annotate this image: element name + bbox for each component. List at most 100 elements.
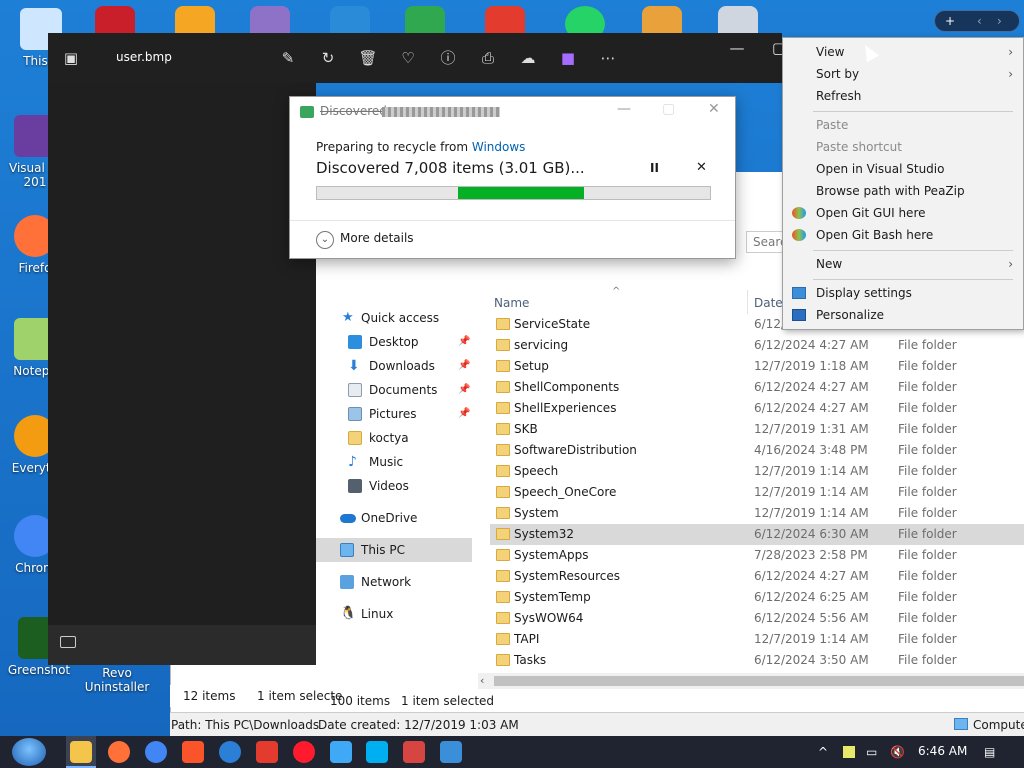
skype-icon[interactable] [366,741,388,763]
info-icon[interactable]: ⓘ [437,47,459,69]
print-icon[interactable]: ⎙ [477,47,499,69]
table-row[interactable]: SoftwareDistribution 4/16/2024 3:48 PM Fil… [490,440,1024,461]
table-row[interactable]: ShellExperiences 6/12/2024 4:27 AM File fo… [490,398,1024,419]
row-type: File folder [898,527,957,541]
table-row[interactable]: SystemResources 6/12/2024 4:27 AM File fol… [490,566,1024,587]
minimize-icon[interactable]: — [726,37,748,59]
more-details-button[interactable]: ⌄ More details [316,229,414,249]
recycle-icon [300,106,314,118]
table-row[interactable]: System 12/7/2019 1:14 AM File folder [490,503,1024,524]
nav-item-network[interactable]: Network [316,570,486,594]
menu-item-git-bash[interactable]: Open Git Bash here [783,224,1023,246]
table-row[interactable]: ShellComponents 6/12/2024 4:27 AM File fol… [490,377,1024,398]
search-input[interactable]: Searc [746,231,787,253]
chrome-icon[interactable] [145,741,167,763]
nav-item-onedrive[interactable]: OneDrive [316,506,486,530]
table-row[interactable]: System32 6/12/2024 6:30 AM File folder [490,524,1024,545]
table-row[interactable]: SKB 12/7/2019 1:31 AM File folder [490,419,1024,440]
nav-item-downloads[interactable]: ⬇ Downloads 📌 [316,354,486,378]
menu-item-refresh[interactable]: Refresh [783,85,1023,107]
table-row[interactable]: SysWOW64 6/12/2024 5:56 AM File folder [490,608,1024,629]
table-row[interactable]: Speech_OneCore 12/7/2019 1:14 AM File fold… [490,482,1024,503]
nav-item-pictures[interactable]: Pictures 📌 [316,402,486,426]
menu-item-git-gui[interactable]: Open Git GUI here [783,202,1023,224]
chevron-up-icon[interactable]: ^ [818,745,828,759]
status-selected: 1 item selected [401,694,495,708]
table-row[interactable]: Speech 12/7/2019 1:14 AM File folder [490,461,1024,482]
file-explorer-icon[interactable] [70,741,92,763]
recycle-progress-dialog: Discovered — ▢ ✕ Preparing to recycle fr… [289,96,736,259]
nav-item-koctya[interactable]: koctya [316,426,486,450]
network-icon[interactable]: ▭ [866,745,877,759]
menu-item-paste-shortcut[interactable]: Paste shortcut [783,136,1023,158]
delete-icon[interactable]: 🗑 [357,47,379,69]
notification-icon[interactable]: ▤ [984,745,995,759]
table-row[interactable]: SystemTemp 6/12/2024 6:25 AM File folder [490,587,1024,608]
close-icon[interactable]: ✕ [708,101,720,117]
desktop-icon-revo[interactable]: Revo Uninstaller [82,666,152,694]
pictures-icon [348,407,362,421]
edit-icon[interactable]: ✎ [277,47,299,69]
nav-item-linux[interactable]: 🐧 Linux [316,602,486,626]
row-name: ServiceState [514,317,591,331]
minimize-icon[interactable]: — [617,101,631,117]
table-row[interactable]: Tasks 6/12/2024 3:50 AM File folder [490,650,1024,671]
folder-icon [496,423,510,435]
wps-icon[interactable] [256,741,278,763]
menu-item-view[interactable]: View › [783,41,1023,63]
clock[interactable]: 6:46 AM [918,744,967,758]
more-options-icon[interactable]: ⋯ [597,47,619,69]
app-icon[interactable] [440,741,462,763]
start-button[interactable] [12,738,46,766]
pause-button[interactable]: II [650,161,659,175]
table-row[interactable]: Setup 12/7/2019 1:18 AM File folder [490,356,1024,377]
menu-item-display-settings[interactable]: Display settings [783,282,1023,304]
horizontal-scrollbar[interactable]: ‹ [478,673,1024,689]
row-type: File folder [898,464,957,478]
menu-item-paste[interactable]: Paste [783,114,1023,136]
window-controls-pill[interactable]: + ‹ › [934,10,1020,32]
scroll-left-icon[interactable]: ‹ [480,674,484,687]
app-icon[interactable] [330,741,352,763]
column-header-name[interactable]: Name [494,296,529,310]
nav-item-music[interactable]: ♪ Music [316,450,486,474]
app-icon[interactable] [403,741,425,763]
nav-item-this-pc[interactable]: This PC [316,538,472,562]
menu-item-personalize[interactable]: Personalize [783,304,1023,326]
menu-item-peazip[interactable]: Browse path with PeaZip [783,180,1023,202]
menu-item-new[interactable]: New › [783,253,1023,275]
app-icon[interactable] [219,741,241,763]
maximize-icon[interactable]: ▢ [662,101,675,117]
cancel-button[interactable]: ✕ [696,160,707,175]
onedrive-icon[interactable]: ☁ [517,47,539,69]
opera-icon[interactable] [293,741,315,763]
filmstrip-icon[interactable] [60,636,76,648]
nav-item-documents[interactable]: Documents 📌 [316,378,486,402]
firefox-icon[interactable] [108,741,130,763]
gallery-icon[interactable]: ▣ [60,47,82,69]
nav-item-quick-access[interactable]: ★ Quick access [316,306,486,330]
folder-icon [496,633,510,645]
brave-icon[interactable] [182,741,204,763]
source-link[interactable]: Windows [472,140,526,154]
favorite-icon[interactable]: ♡ [397,47,419,69]
nav-item-videos[interactable]: Videos [316,474,486,498]
table-row[interactable]: SystemApps 7/28/2023 2:58 PM File folder [490,545,1024,566]
row-type: File folder [898,359,957,373]
row-date: 6/12/2024 4:27 AM [754,338,869,352]
column-header-date[interactable]: Date [754,296,783,310]
clipchamp-icon[interactable]: ■ [557,47,579,69]
volume-muted-icon[interactable]: 🔇 [890,745,905,759]
menu-item-label: Open Git Bash here [816,228,934,242]
menu-item-open-visual-studio[interactable]: Open in Visual Studio [783,158,1023,180]
nav-item-desktop[interactable]: Desktop 📌 [316,330,486,354]
pin-icon: 📌 [458,384,471,395]
menu-item-sort-by[interactable]: Sort by › [783,63,1023,85]
scrollbar-thumb[interactable] [494,676,1024,686]
nav-label: Documents [369,383,438,397]
app-tray-icon[interactable] [843,746,855,758]
rotate-icon[interactable]: ↻ [317,47,339,69]
table-row[interactable]: servicing 6/12/2024 4:27 AM File folder [490,335,1024,356]
table-row[interactable]: TAPI 12/7/2019 1:14 AM File folder [490,629,1024,650]
row-type: File folder [898,380,957,394]
